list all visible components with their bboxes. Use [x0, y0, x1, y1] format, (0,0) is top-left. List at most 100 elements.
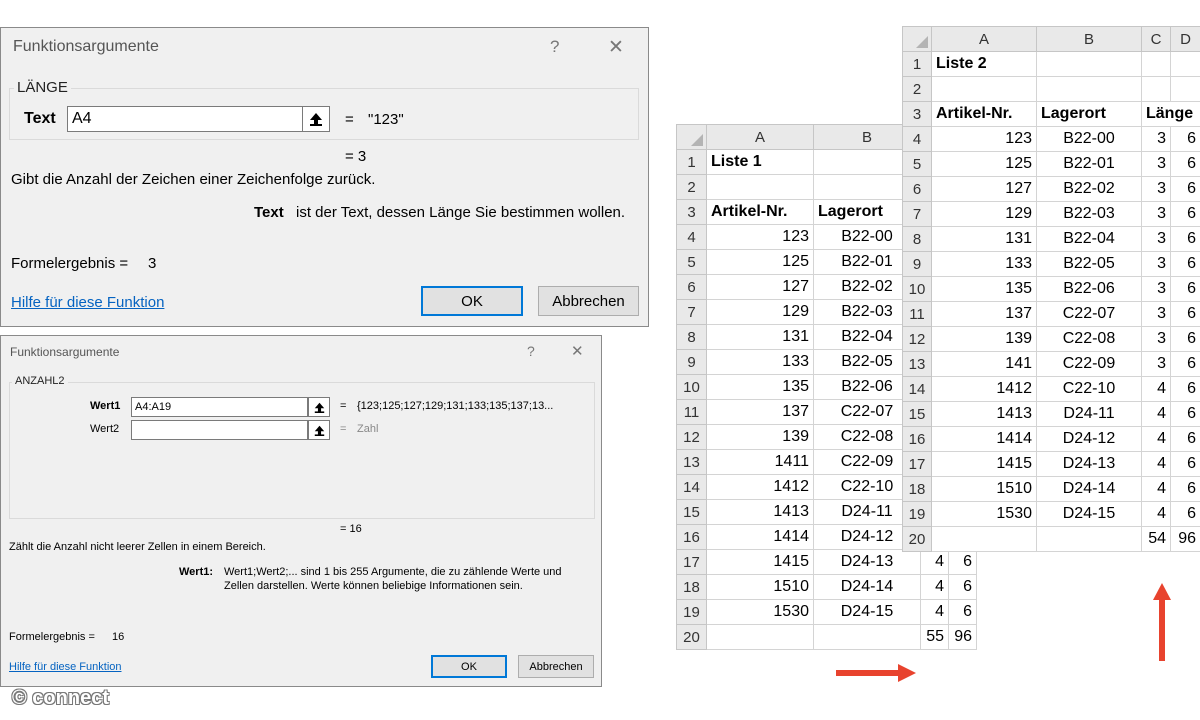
row-header[interactable]: 2 — [902, 76, 932, 102]
article-number-cell[interactable]: 1510 — [931, 476, 1037, 502]
row-header[interactable]: 14 — [902, 376, 932, 402]
close-icon[interactable]: ✕ — [571, 342, 584, 360]
row-header[interactable]: 19 — [676, 599, 707, 625]
cell[interactable] — [1170, 76, 1200, 102]
row-header[interactable]: 8 — [902, 226, 932, 252]
storage-location-cell[interactable]: D24-13 — [1036, 451, 1142, 477]
value1-input[interactable]: A4:A19 — [131, 397, 308, 417]
length-cell[interactable]: 3 — [1141, 201, 1171, 227]
collapse-dialog-icon[interactable] — [308, 420, 330, 440]
article-number-cell[interactable]: 139 — [706, 424, 814, 450]
length-cell[interactable]: 4 — [1141, 376, 1171, 402]
article-number-cell[interactable]: 1412 — [931, 376, 1037, 402]
cell[interactable] — [706, 174, 814, 200]
cell[interactable] — [931, 76, 1037, 102]
article-number-cell[interactable]: 139 — [931, 326, 1037, 352]
row-header[interactable]: 15 — [676, 499, 707, 525]
cancel-button[interactable]: Abbrechen — [518, 655, 594, 678]
article-number-cell[interactable]: 1412 — [706, 474, 814, 500]
length-cell[interactable]: 3 — [1141, 251, 1171, 277]
value-cell[interactable]: 6 — [1170, 376, 1200, 402]
storage-location-cell[interactable]: B22-06 — [1036, 276, 1142, 302]
ok-button[interactable]: OK — [421, 286, 523, 316]
row-header[interactable]: 13 — [676, 449, 707, 475]
value-cell[interactable]: 6 — [1170, 326, 1200, 352]
length-cell[interactable]: 4 — [920, 599, 949, 625]
row-header[interactable]: 6 — [902, 176, 932, 202]
cell[interactable] — [1170, 51, 1200, 77]
help-link[interactable]: Hilfe für diese Funktion — [11, 294, 164, 311]
article-number-cell[interactable]: 137 — [931, 301, 1037, 327]
close-icon[interactable]: ✕ — [608, 36, 624, 59]
article-number-cell[interactable]: 1413 — [931, 401, 1037, 427]
length-cell[interactable]: 4 — [1141, 426, 1171, 452]
length-cell[interactable]: 4 — [1141, 451, 1171, 477]
row-header[interactable]: 16 — [902, 426, 932, 452]
value-cell[interactable]: 6 — [948, 574, 977, 600]
cell[interactable] — [1036, 51, 1142, 77]
row-header[interactable]: 9 — [676, 349, 707, 375]
article-number-cell[interactable]: 1530 — [706, 599, 814, 625]
article-number-cell[interactable]: 127 — [931, 176, 1037, 202]
storage-location-cell[interactable]: D24-14 — [813, 574, 921, 600]
row-header[interactable]: 9 — [902, 251, 932, 277]
column-header-a[interactable]: A — [931, 26, 1037, 52]
help-link[interactable]: Hilfe für diese Funktion — [9, 661, 122, 673]
length-cell[interactable]: 4 — [1141, 476, 1171, 502]
row-header[interactable]: 13 — [902, 351, 932, 377]
help-icon[interactable]: ? — [527, 343, 535, 359]
row-header[interactable]: 1 — [902, 51, 932, 77]
row-header[interactable]: 1 — [676, 149, 707, 175]
row-header[interactable]: 12 — [902, 326, 932, 352]
article-number-cell[interactable]: 131 — [706, 324, 814, 350]
column-title-length[interactable]: Länge — [1141, 101, 1200, 127]
storage-location-cell[interactable]: B22-05 — [1036, 251, 1142, 277]
collapse-dialog-icon[interactable] — [302, 106, 330, 132]
cell[interactable] — [1141, 51, 1171, 77]
length-cell[interactable]: 3 — [1141, 176, 1171, 202]
storage-location-cell[interactable]: B22-03 — [1036, 201, 1142, 227]
total-value-cell[interactable]: 96 — [948, 624, 977, 650]
article-number-cell[interactable]: 131 — [931, 226, 1037, 252]
cell[interactable] — [1036, 526, 1142, 552]
row-header[interactable]: 17 — [902, 451, 932, 477]
article-number-cell[interactable]: 1414 — [931, 426, 1037, 452]
value-cell[interactable]: 6 — [948, 549, 977, 575]
article-number-cell[interactable]: 135 — [706, 374, 814, 400]
row-header[interactable]: 18 — [902, 476, 932, 502]
length-cell[interactable]: 3 — [1141, 126, 1171, 152]
select-all-corner[interactable] — [902, 26, 932, 52]
value-cell[interactable]: 6 — [1170, 276, 1200, 302]
storage-location-cell[interactable]: C22-09 — [1036, 351, 1142, 377]
article-number-cell[interactable]: 123 — [706, 224, 814, 250]
article-number-cell[interactable]: 125 — [931, 151, 1037, 177]
value2-input[interactable] — [131, 420, 308, 440]
length-cell[interactable]: 4 — [920, 574, 949, 600]
storage-location-cell[interactable]: C22-08 — [1036, 326, 1142, 352]
value-cell[interactable]: 6 — [1170, 401, 1200, 427]
column-title-article-number[interactable]: Artikel-Nr. — [706, 199, 814, 225]
storage-location-cell[interactable]: D24-12 — [1036, 426, 1142, 452]
storage-location-cell[interactable]: B22-00 — [1036, 126, 1142, 152]
row-header[interactable]: 12 — [676, 424, 707, 450]
storage-location-cell[interactable]: B22-01 — [1036, 151, 1142, 177]
sheet-title-cell[interactable]: Liste 1 — [706, 149, 814, 175]
row-header[interactable]: 10 — [676, 374, 707, 400]
sheet-title-cell[interactable]: Liste 2 — [931, 51, 1037, 77]
article-number-cell[interactable]: 129 — [706, 299, 814, 325]
help-icon[interactable]: ? — [550, 37, 559, 57]
value-cell[interactable]: 6 — [948, 599, 977, 625]
value-cell[interactable]: 6 — [1170, 451, 1200, 477]
row-header[interactable]: 7 — [902, 201, 932, 227]
row-header[interactable]: 11 — [676, 399, 707, 425]
column-title-storage-location[interactable]: Lagerort — [1036, 101, 1142, 127]
storage-location-cell[interactable]: D24-15 — [1036, 501, 1142, 527]
row-header[interactable]: 3 — [902, 101, 932, 127]
article-number-cell[interactable]: 133 — [706, 349, 814, 375]
article-number-cell[interactable]: 1411 — [706, 449, 814, 475]
cancel-button[interactable]: Abbrechen — [538, 286, 639, 316]
row-header[interactable]: 3 — [676, 199, 707, 225]
article-number-cell[interactable]: 135 — [931, 276, 1037, 302]
row-header[interactable]: 14 — [676, 474, 707, 500]
article-number-cell[interactable]: 129 — [931, 201, 1037, 227]
